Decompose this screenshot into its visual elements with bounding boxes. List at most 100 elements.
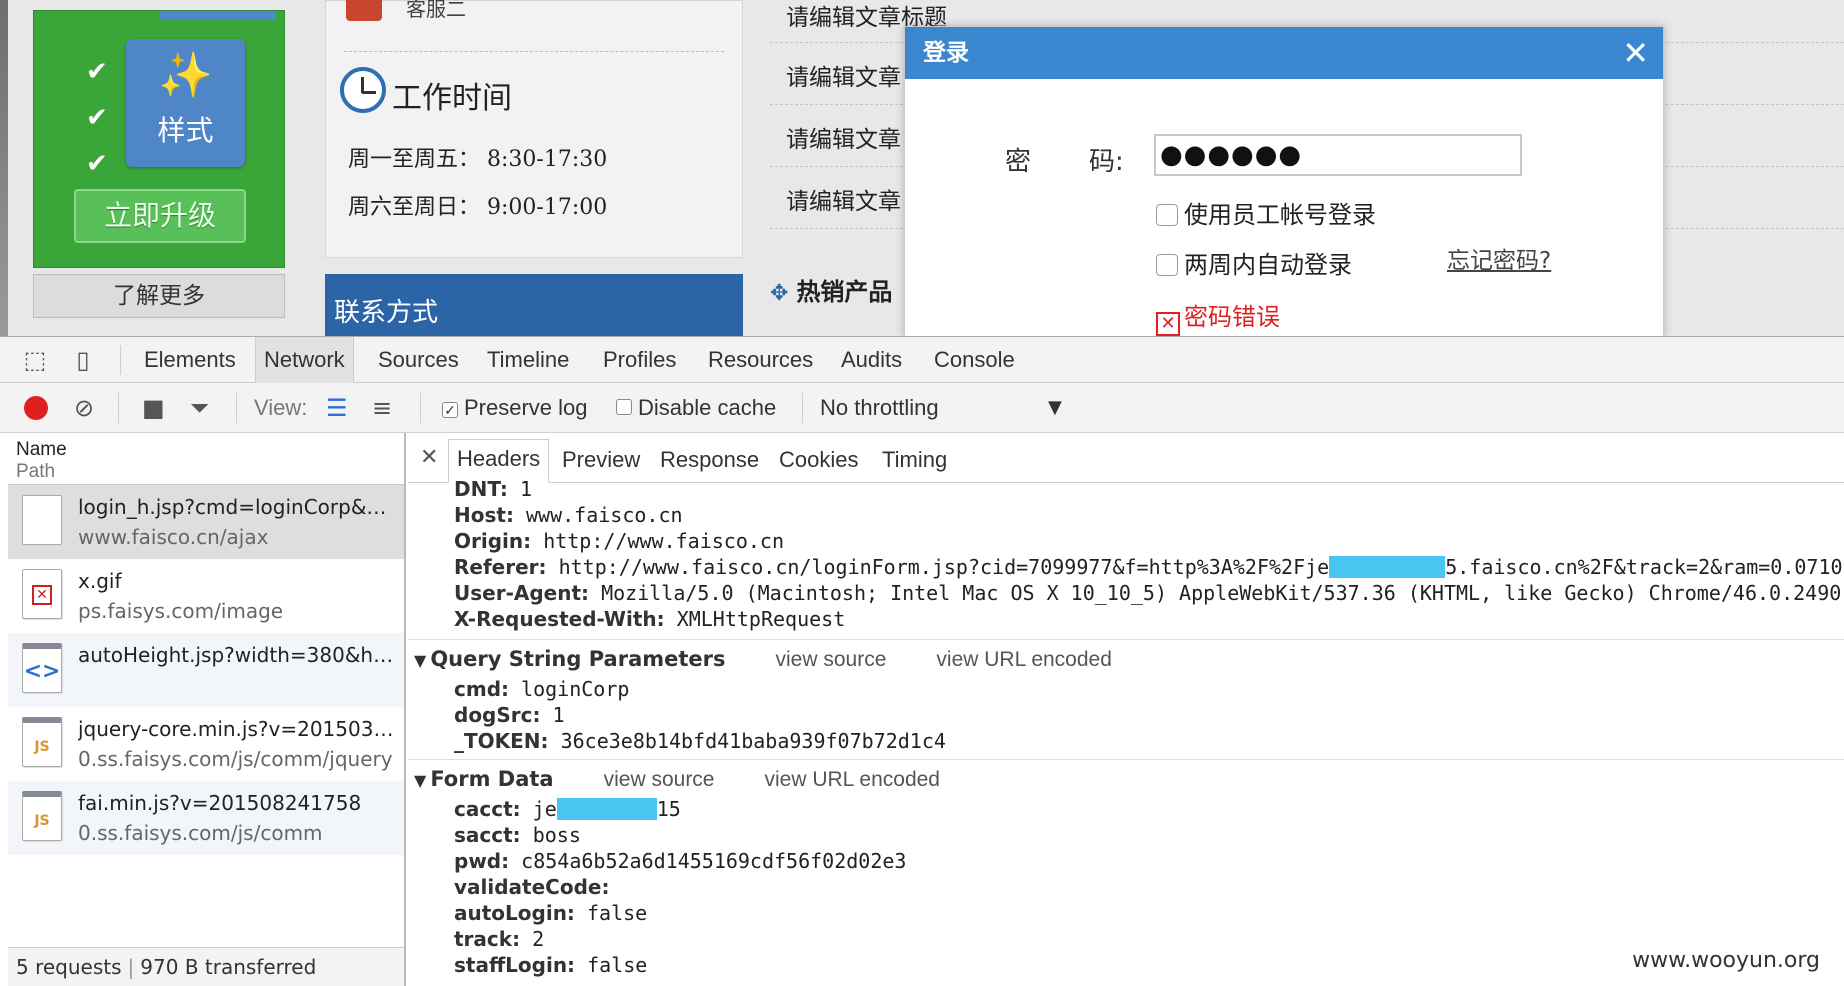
query-string-section[interactable]: ▼ Query String Parameters view source view … (414, 647, 1112, 672)
request-row[interactable]: JS jquery-core.min.js?v=20150318 0.ss.fa… (8, 707, 404, 781)
header-key: Referer: (454, 555, 547, 579)
checkbox-box[interactable] (1156, 204, 1178, 226)
query-param: dogSrc: 1 (454, 703, 565, 727)
form-param: autoLogin: false (454, 901, 647, 925)
disable-cache-checkbox[interactable]: Disable cache (616, 395, 776, 421)
auto-login-checkbox[interactable]: 两周内自动登录 (1156, 245, 1352, 280)
tab-preview[interactable]: Preview (562, 447, 640, 473)
tab-profiles[interactable]: Profiles (595, 337, 684, 383)
request-row[interactable]: ✕ x.gif ps.faisys.com/image (8, 559, 404, 633)
style-button[interactable]: ✨ 样式 (126, 39, 245, 167)
filter-icon[interactable]: ⏷ (190, 393, 209, 423)
article-title[interactable]: 请编辑文章 (786, 182, 901, 216)
header-origin: Origin: http://www.faisco.cn (454, 529, 784, 553)
view-url-encoded-link[interactable]: view URL encoded (765, 768, 941, 791)
article-title[interactable]: 请编辑文章 (786, 58, 901, 92)
list-view-icon[interactable]: ☰ (326, 393, 348, 423)
view-source-link[interactable]: view source (776, 648, 887, 671)
view-source-link[interactable]: view source (604, 768, 715, 791)
clear-icon[interactable]: ⊘ (74, 393, 94, 423)
expand-triangle-icon[interactable]: ▼ (414, 771, 426, 790)
learn-more-button[interactable]: 了解更多 (33, 274, 285, 318)
tab-audits[interactable]: Audits (833, 337, 910, 383)
hot-products-label: 热销产品 (796, 278, 893, 306)
expand-triangle-icon[interactable]: ▼ (414, 651, 426, 670)
column-name[interactable]: Name (16, 439, 396, 461)
request-name: x.gif (78, 569, 122, 593)
view-label: View: (254, 395, 308, 420)
header-referer: Referer: http://www.faisco.cn/loginForm.… (454, 555, 1844, 579)
section-title: Form Data (430, 767, 554, 791)
header-key: X-Requested-With: (454, 607, 665, 631)
article-title[interactable]: 请编辑文章 (786, 120, 901, 154)
param-value: je (532, 797, 557, 821)
tab-timeline[interactable]: Timeline (479, 337, 577, 383)
promo-top-bar (160, 11, 276, 19)
param-key: autoLogin: (454, 901, 575, 925)
request-name: autoHeight.jsp?width=380&height= (78, 643, 398, 667)
form-param: validateCode: (454, 875, 609, 899)
camera-icon[interactable]: ■ (142, 393, 165, 423)
upgrade-button[interactable]: 立即升级 (74, 189, 246, 243)
form-data-section[interactable]: ▼ Form Data view source view URL encoded (414, 767, 940, 792)
param-value: c854a6b52a6d1455169cdf56f02d02e3 (521, 849, 907, 873)
param-value: false (586, 901, 648, 925)
divider (344, 51, 724, 52)
tab-timing[interactable]: Timing (882, 447, 947, 473)
network-toolbar: ⊘ ■ ⏷ View: ☰ ≡ ✓ Preserve log Disable ca… (0, 383, 1844, 433)
transferred-size: 970 B transferred (140, 955, 317, 979)
forgot-password-link[interactable]: 忘记密码? (1447, 241, 1551, 275)
staff-login-checkbox[interactable]: 使用员工帐号登录 (1156, 195, 1376, 230)
tab-response[interactable]: Response (660, 447, 759, 473)
header-key: DNT: (454, 477, 508, 501)
header-key: User-Agent: (454, 581, 590, 605)
tab-sources[interactable]: Sources (370, 337, 467, 383)
header-value-tail: 5.faisco.cn%2F&track=2&ram=0.0710288 (1445, 555, 1844, 579)
close-icon[interactable]: ✕ (420, 445, 438, 470)
request-row[interactable]: JS fai.min.js?v=201508241758 0.ss.faisys… (8, 781, 404, 855)
preserve-log-checkbox[interactable]: ✓ Preserve log (442, 395, 588, 421)
request-row[interactable]: login_h.jsp?cmd=loginCorp&dogSrc=1&_TOKE… (8, 485, 404, 559)
password-input[interactable]: ●●●●●● (1154, 134, 1522, 176)
js-file-icon: JS (22, 791, 62, 841)
tab-cookies[interactable]: Cookies (779, 447, 858, 473)
divider (118, 393, 119, 423)
checkbox-box[interactable] (1156, 254, 1178, 276)
request-row[interactable]: <> autoHeight.jsp?width=380&height= (8, 633, 404, 707)
tab-console[interactable]: Console (926, 337, 1023, 383)
column-path: Path (16, 461, 56, 482)
overview-icon[interactable]: ≡ (372, 393, 392, 423)
disable-cache-label: Disable cache (638, 395, 777, 420)
tab-resources[interactable]: Resources (700, 337, 821, 383)
inspect-element-icon[interactable]: ⬚ (20, 345, 50, 375)
param-value: loginCorp (521, 677, 630, 701)
checkbox-box[interactable]: ✓ (442, 402, 458, 418)
close-icon[interactable]: ✕ (1622, 27, 1649, 79)
tab-network[interactable]: Network (255, 337, 354, 383)
auto-login-label: 两周内自动登录 (1184, 251, 1352, 279)
divider (236, 393, 237, 423)
form-param: staffLogin: false (454, 953, 647, 977)
request-path: www.faisco.cn/ajax (78, 525, 269, 549)
form-param: pwd: c854a6b52a6d1455169cdf56f02d02e3 (454, 849, 906, 873)
checkbox-box[interactable] (616, 399, 632, 415)
device-mode-icon[interactable]: ▯ (68, 345, 98, 375)
dialog-title: 登录 (923, 40, 969, 66)
divider (802, 393, 803, 423)
header-dnt: DNT: 1 (454, 477, 532, 501)
param-key: staffLogin: (454, 953, 576, 977)
divider (420, 393, 421, 423)
header-value: 1 (519, 477, 532, 501)
tab-elements[interactable]: Elements (136, 337, 244, 383)
clock-icon (340, 67, 386, 113)
dropdown-arrow-icon[interactable]: ▼ (1048, 397, 1062, 418)
request-list-header[interactable]: Name Path (8, 433, 404, 485)
throttling-select[interactable]: No throttling (820, 395, 939, 421)
check-list-icon: ✔ ✔ ✔ (86, 57, 108, 179)
redacted-block (556, 798, 657, 820)
record-button[interactable] (24, 396, 48, 420)
service-name: 客服二 (406, 0, 466, 21)
view-url-encoded-link[interactable]: view URL encoded (936, 648, 1112, 671)
param-key: dogSrc: (454, 703, 541, 727)
broken-image-icon: ✕ (22, 569, 62, 619)
